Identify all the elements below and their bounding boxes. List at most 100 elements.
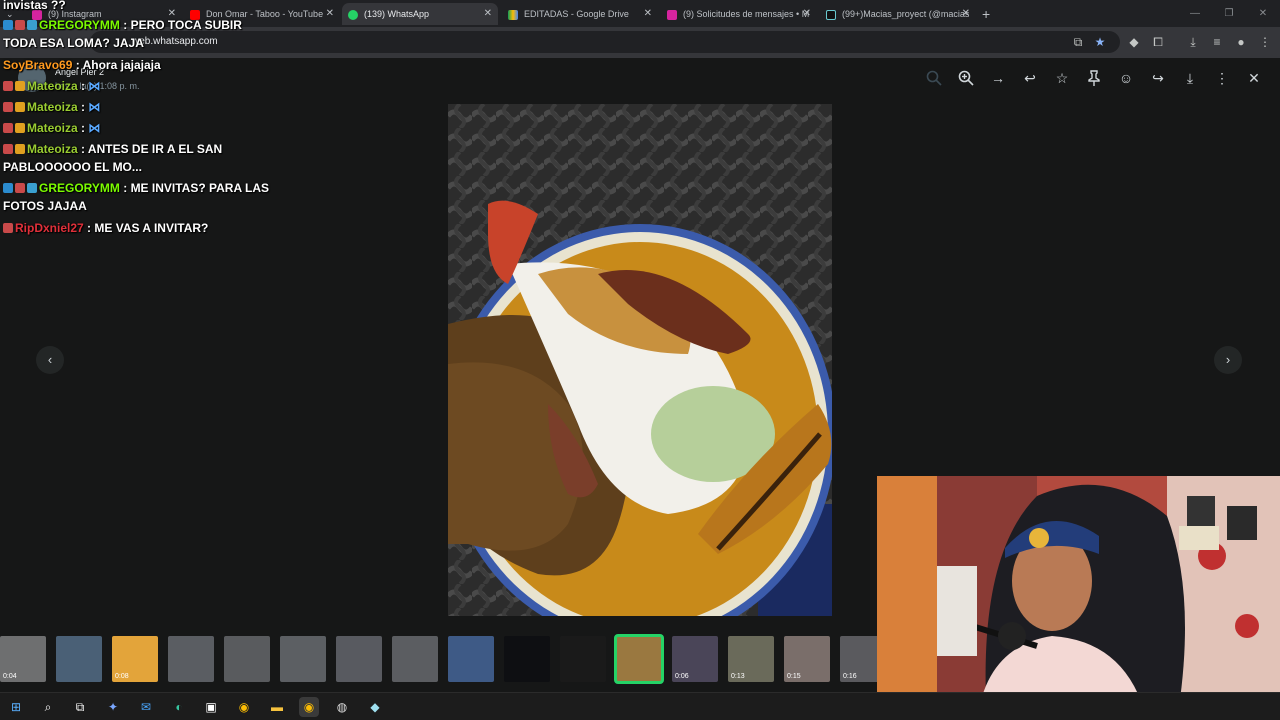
minimize-icon[interactable]: — <box>1178 0 1212 27</box>
close-icon[interactable]: ✕ <box>484 3 492 25</box>
food-plate-image <box>448 104 832 616</box>
mail-icon[interactable]: ✉ <box>136 697 156 717</box>
app-icon[interactable]: ◆ <box>365 697 385 717</box>
chat-message: SoyBravo69 : Ahora jajajaja <box>3 56 271 74</box>
badge-icon <box>3 123 13 133</box>
close-icon[interactable]: ✕ <box>326 3 334 25</box>
bookmark-star-icon[interactable]: ★ <box>1092 34 1108 50</box>
tab-google-drive[interactable]: EDITADAS - Google Drive ✕ <box>502 3 658 25</box>
instagram-icon <box>667 9 677 20</box>
video-duration: 0:16 <box>843 673 857 680</box>
maximize-icon[interactable]: ❐ <box>1212 0 1246 27</box>
cast-icon[interactable]: ⧉ <box>1070 34 1086 50</box>
chrome-profile-icon[interactable]: ◉ <box>299 697 319 717</box>
chat-text: : <box>81 100 86 114</box>
chat-text: : Ahora jajajaja <box>75 58 161 72</box>
tab-label: (139) WhatsApp <box>364 9 430 19</box>
next-media-button[interactable]: › <box>1214 346 1242 374</box>
chat-username: SoyBravo69 <box>3 58 73 72</box>
edge-browser-icon[interactable]: ◐ <box>169 697 189 717</box>
screen: ⌄ (9) Instagram ✕ Don Omar - Taboo - You… <box>0 0 1280 720</box>
chat-message: PABLOOOOOO EL MO... <box>3 158 271 176</box>
chat-message: FOTOS JAJAA <box>3 197 271 215</box>
chat-message: Mateoiza : ⋈ <box>3 77 271 95</box>
zoom-out-icon[interactable] <box>925 69 943 87</box>
webcam-overlay <box>877 476 1280 720</box>
chat-username: GREGORYMM <box>39 18 120 32</box>
star-icon[interactable]: ☆ <box>1053 69 1071 87</box>
media-thumbnail[interactable]: 0:04 <box>0 636 46 682</box>
media-thumbnail[interactable] <box>448 636 494 682</box>
media-thumbnail[interactable]: 0:13 <box>728 636 774 682</box>
close-icon[interactable]: ✕ <box>644 3 652 25</box>
copilot-icon[interactable]: ✦ <box>103 697 123 717</box>
chat-username: Mateoiza <box>27 79 78 93</box>
media-thumbnail[interactable] <box>392 636 438 682</box>
tab-label: EDITADAS - Google Drive <box>524 9 629 19</box>
more-options-icon[interactable]: ⋮ <box>1213 69 1231 87</box>
chat-username: Mateoiza <box>27 142 78 156</box>
forward-icon[interactable]: ↪ <box>1149 69 1167 87</box>
window-close-icon[interactable]: ✕ <box>1246 0 1280 27</box>
zoom-in-icon[interactable] <box>957 69 975 87</box>
media-thumbnail[interactable] <box>560 636 606 682</box>
media-thumbnail[interactable]: 0:08 <box>112 636 158 682</box>
chat-message: GREGORYMM : PERO TOCA SUBIR <box>3 16 271 34</box>
browser-menu-icon[interactable]: ⋮ <box>1257 34 1273 50</box>
windows-start-icon[interactable]: ⊞ <box>6 697 26 717</box>
download-icon[interactable]: ⤓ <box>1185 34 1201 50</box>
media-thumbnail[interactable] <box>280 636 326 682</box>
thumbnail-strip: 0:04 0:08 0:06 0:13 0:15 0:16 <box>0 632 886 688</box>
close-icon[interactable]: ✕ <box>803 3 811 25</box>
tab-whatsapp[interactable]: (139) WhatsApp ✕ <box>342 3 498 25</box>
video-duration: 0:13 <box>731 673 745 680</box>
chat-text: : ME INVITAS? PARA LAS <box>123 181 270 195</box>
search-icon[interactable]: ⌕ <box>38 697 58 717</box>
task-view-icon[interactable]: ⧉ <box>70 697 90 717</box>
previous-media-button[interactable]: ‹ <box>36 346 64 374</box>
media-thumbnail[interactable]: 0:15 <box>784 636 830 682</box>
tab-tiktok[interactable]: (99+)Macias_proyect (@macias ✕ <box>820 3 976 25</box>
pin-icon[interactable] <box>1085 69 1103 87</box>
badge-icon <box>15 81 25 91</box>
chrome-icon[interactable]: ◉ <box>234 697 254 717</box>
media-thumbnail[interactable] <box>56 636 102 682</box>
media-thumbnail[interactable] <box>336 636 382 682</box>
chat-message: Mateoiza : ANTES DE IR A EL SAN <box>3 140 271 158</box>
new-tab-button[interactable]: + <box>982 3 990 25</box>
chat-message: invistas ?? <box>3 0 66 12</box>
close-icon[interactable]: ✕ <box>962 3 970 25</box>
whatsapp-icon <box>348 9 358 20</box>
media-thumbnail[interactable] <box>504 636 550 682</box>
badge-icon <box>3 144 13 154</box>
chat-text: PABLOOOOOO EL MO... <box>3 160 142 174</box>
media-thumbnail[interactable]: 0:06 <box>672 636 718 682</box>
badge-icon <box>15 20 25 30</box>
obs-icon[interactable]: ◍ <box>332 697 352 717</box>
chat-message: Mateoiza : ⋈ <box>3 119 271 137</box>
profile-icon[interactable]: ● <box>1233 34 1249 50</box>
file-explorer-icon[interactable]: ▬ <box>267 697 287 717</box>
media-thumbnail[interactable] <box>614 634 664 684</box>
media-thumbnail[interactable] <box>168 636 214 682</box>
download-icon[interactable]: ⤓ <box>1181 69 1199 87</box>
chat-username: RipDxniel27 <box>15 221 84 235</box>
chat-username: Mateoiza <box>27 100 78 114</box>
extension-icon[interactable]: ◆ <box>1126 34 1142 50</box>
store-icon[interactable]: ▣ <box>201 697 221 717</box>
badge-icon <box>15 144 25 154</box>
reply-icon[interactable]: ↩ <box>1021 69 1039 87</box>
badge-icon <box>27 20 37 30</box>
go-to-message-icon[interactable]: → <box>989 69 1007 87</box>
chat-message: Mateoiza : ⋈ <box>3 98 271 116</box>
media-thumbnail[interactable] <box>224 636 270 682</box>
reading-list-icon[interactable]: ≡ <box>1209 34 1225 50</box>
video-duration: 0:04 <box>3 673 17 680</box>
badge-icon <box>27 183 37 193</box>
badge-icon <box>15 102 25 112</box>
tab-instagram-requests[interactable]: (9) Solicitudes de mensajes • M ✕ <box>661 3 817 25</box>
emoji-reaction-icon[interactable]: ☺ <box>1117 69 1135 87</box>
badge-icon <box>15 183 25 193</box>
puzzle-icon[interactable]: ⧠ <box>1150 34 1166 50</box>
close-viewer-icon[interactable]: ✕ <box>1245 69 1263 87</box>
